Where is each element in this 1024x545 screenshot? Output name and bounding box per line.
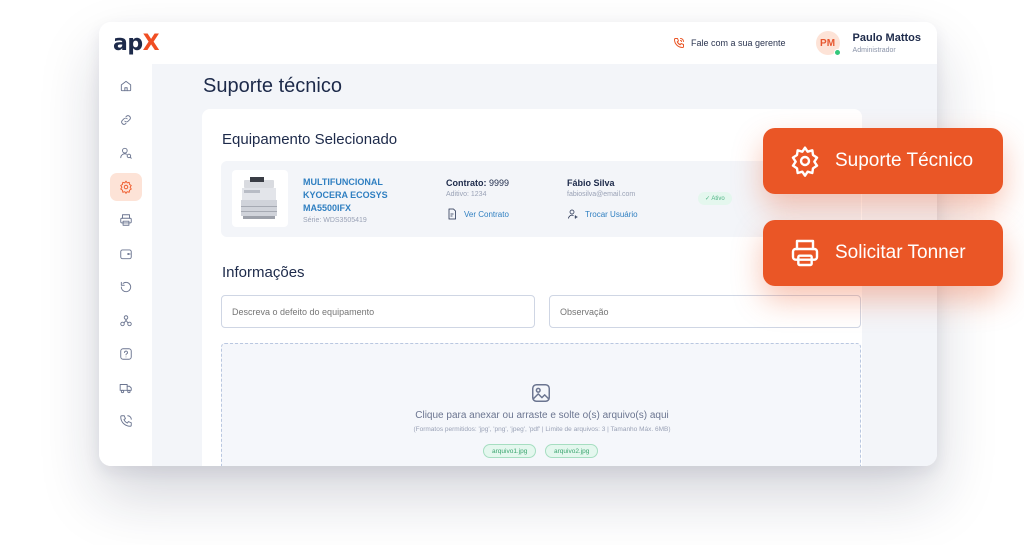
stage: ap X Fale com a sua gerente PM Paulo Matt… <box>0 0 1024 545</box>
printer-icon <box>791 239 819 267</box>
printer-photo-icon <box>241 176 277 219</box>
contract-info: Contrato: 9999 <box>446 178 509 188</box>
gear-icon <box>119 180 132 194</box>
truck-icon <box>119 383 132 393</box>
request-toner-button[interactable]: Solicitar Tonner <box>763 220 1003 286</box>
help-icon <box>119 348 132 360</box>
phone-icon <box>119 415 132 427</box>
assigned-user-name: Fábio Silva <box>567 178 615 188</box>
sidebar-item-help[interactable] <box>110 340 142 368</box>
home-icon <box>120 80 131 92</box>
user-name: Paulo Mattos <box>852 32 921 44</box>
sidebar-item-users[interactable] <box>110 139 142 167</box>
view-contract-link[interactable]: Ver Contrato <box>446 208 509 220</box>
file-dropzone[interactable]: Clique para anexar ou arraste e solte o(… <box>221 343 861 466</box>
contact-manager-link[interactable]: Fale com a sua gerente <box>673 37 786 49</box>
user-role: Administrador <box>852 47 896 54</box>
equipment-image <box>232 170 288 227</box>
sidebar <box>99 64 152 466</box>
page-title: Suporte técnico <box>203 75 342 97</box>
sidebar-item-history[interactable] <box>110 273 142 301</box>
logo-accent: X <box>142 30 160 56</box>
sidebar-item-support[interactable] <box>109 172 142 201</box>
online-status-dot <box>833 49 841 56</box>
contact-manager-label: Fale com a sua gerente <box>690 38 786 48</box>
refresh-icon <box>120 281 131 293</box>
top-bar-right: Fale com a sua gerente PM Paulo Mattos A… <box>673 22 921 64</box>
user-search-icon <box>119 147 132 159</box>
sidebar-item-links[interactable] <box>110 106 142 134</box>
user-info[interactable]: Paulo Mattos Administrador <box>853 32 921 54</box>
top-bar: ap X Fale com a sua gerente PM Paulo Matt… <box>99 22 937 64</box>
support-button[interactable]: Suporte Técnico <box>763 128 1003 194</box>
switch-user-label: Trocar Usuário <box>585 209 638 219</box>
phone-call-icon <box>673 38 684 48</box>
user-switch-icon <box>568 209 578 219</box>
sidebar-item-contact[interactable] <box>110 407 142 435</box>
file-chip[interactable]: arquivo1.jpg <box>483 444 537 458</box>
view-contract-label: Ver Contrato <box>464 209 509 219</box>
dropzone-title: Clique para anexar ou arraste e solte o(… <box>415 410 669 421</box>
switch-user-link[interactable]: Trocar Usuário <box>567 208 638 220</box>
gear-icon <box>791 146 819 177</box>
dropzone-subtitle: (Formatos permitidos: 'jpg', 'png', 'jpe… <box>413 426 671 433</box>
status-badge: ✓ Ativo <box>698 192 732 205</box>
sidebar-item-network[interactable] <box>110 307 142 335</box>
info-section-title: Informações <box>222 264 305 281</box>
avatar[interactable]: PM <box>815 31 841 56</box>
contract-aditivo: Aditivo: 1234 <box>446 191 487 198</box>
sidebar-item-wallet[interactable] <box>110 240 142 268</box>
logo-text: ap <box>113 30 143 56</box>
logo[interactable]: ap X <box>113 30 160 56</box>
network-icon <box>119 314 132 326</box>
file-chip[interactable]: arquivo2.jpg <box>545 444 599 458</box>
document-icon <box>448 208 456 220</box>
request-toner-label: Solicitar Tonner <box>835 242 966 263</box>
defect-description-input[interactable] <box>221 295 535 328</box>
product-name[interactable]: MULTIFUNCIONAL KYOCERA ECOSYS MA5500IFX <box>303 176 423 215</box>
image-upload-icon <box>532 384 550 402</box>
observation-input[interactable] <box>549 295 861 328</box>
assigned-user-email: fabiosilva@email.com <box>567 191 636 198</box>
avatar-initials: PM <box>820 37 836 49</box>
product-serial: Série: WDS3505419 <box>303 217 367 224</box>
contract-label: Contrato: <box>446 178 487 188</box>
wallet-icon <box>119 248 132 259</box>
printer-icon <box>119 214 132 226</box>
sidebar-item-home[interactable] <box>110 72 142 100</box>
link-icon <box>120 114 131 125</box>
contract-number: 9999 <box>489 178 510 188</box>
support-button-label: Suporte Técnico <box>835 150 974 171</box>
sidebar-item-printers[interactable] <box>110 206 142 234</box>
sidebar-item-delivery[interactable] <box>110 374 142 402</box>
equipment-section-title: Equipamento Selecionado <box>222 131 398 148</box>
